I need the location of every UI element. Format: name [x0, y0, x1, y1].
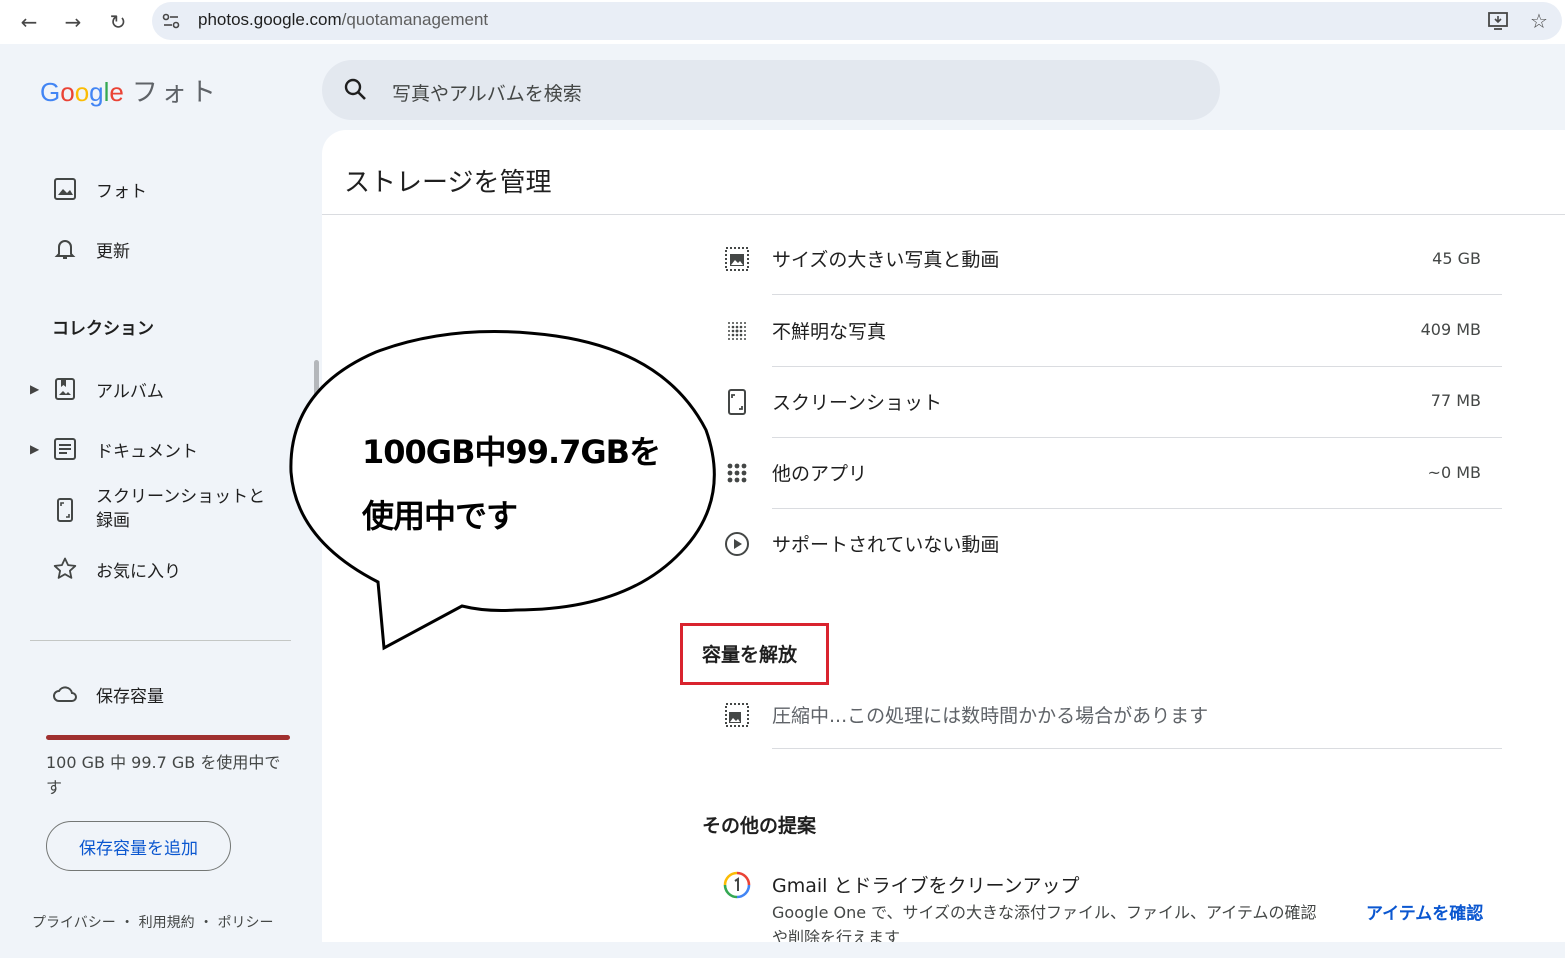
- logo-letter: G: [40, 77, 61, 107]
- search-icon[interactable]: [342, 76, 370, 104]
- callout-line: 使用中です: [362, 497, 518, 535]
- sidebar-label-line: 録画: [96, 511, 130, 531]
- screenshot-icon: [728, 389, 746, 415]
- callout-text: 100GB中99.7GBを 使用中です: [362, 420, 682, 548]
- sidebar-item-label: お気に入り: [96, 561, 181, 582]
- install-app-icon[interactable]: [1486, 8, 1512, 34]
- google-one-icon: [723, 871, 751, 899]
- review-row-label[interactable]: 他のアプリ: [772, 459, 867, 486]
- cloud-icon: [53, 686, 77, 702]
- logo-suffix: フォト: [131, 77, 219, 107]
- gmail-cleanup-description: Google One で、サイズの大きな添付ファイル、ファイル、アイテムの確認や…: [772, 903, 1317, 942]
- page-title: ストレージを管理: [344, 168, 552, 198]
- logo-letter: o: [74, 77, 90, 107]
- apps-grid-icon: [727, 463, 747, 483]
- row-divider: [772, 437, 1502, 438]
- logo-letter: g: [89, 77, 104, 107]
- review-row-size: 77 MB: [1430, 391, 1481, 410]
- review-row-size: ~0 MB: [1427, 463, 1481, 482]
- expand-caret-icon[interactable]: ▶: [30, 442, 39, 456]
- url-host: photos.google.com: [198, 10, 342, 29]
- sidebar-item-label: スクリーンショットと 録画: [96, 485, 265, 533]
- row-divider: [772, 294, 1502, 295]
- row-divider: [772, 366, 1502, 367]
- sidebar-divider: [30, 640, 291, 641]
- row-divider: [772, 508, 1502, 509]
- sidebar-item-label: アルバム: [96, 381, 164, 402]
- sidebar-item-label: 保存容量: [96, 686, 164, 707]
- photo-icon: [54, 178, 76, 200]
- google-photos-logo[interactable]: Google フォト: [40, 72, 219, 109]
- review-row-size: 409 MB: [1420, 320, 1481, 339]
- play-circle-icon: [725, 532, 749, 556]
- back-arrow-icon[interactable]: ←: [15, 8, 43, 36]
- review-row-label[interactable]: サイズの大きい写真と動画: [772, 245, 999, 272]
- review-row-label[interactable]: サポートされていない動画: [772, 530, 999, 557]
- blurry-icon: [728, 322, 746, 340]
- sidebar-item-label: ドキュメント: [96, 441, 198, 462]
- url-path: /quotamanagement: [341, 10, 489, 29]
- add-storage-button[interactable]: 保存容量を追加: [46, 821, 231, 871]
- sidebar-label-line: スクリーンショットと: [96, 487, 266, 507]
- star-icon: [53, 557, 77, 579]
- search-placeholder: 写真やアルバムを検索: [392, 83, 582, 105]
- row-divider: [772, 748, 1502, 749]
- expand-caret-icon[interactable]: ▶: [30, 382, 39, 396]
- logo-letter: o: [60, 77, 75, 107]
- large-photo-icon: [725, 247, 749, 271]
- title-divider: [322, 214, 1565, 215]
- review-row-size: 45 GB: [1432, 249, 1481, 268]
- reload-icon[interactable]: ↻: [104, 8, 132, 36]
- sidebar-item-label: 更新: [96, 241, 130, 262]
- bell-icon: [54, 240, 76, 259]
- gmail-cleanup-title: Gmail とドライブをクリーンアップ: [772, 875, 1080, 897]
- forward-arrow-icon[interactable]: →: [59, 8, 87, 36]
- footer-links[interactable]: プライバシー ・ 利用規約 ・ ポリシー: [32, 912, 274, 932]
- site-settings-icon[interactable]: [160, 10, 182, 32]
- callout-line: 100GB中99.7GBを: [362, 433, 661, 471]
- album-icon: [55, 378, 75, 400]
- compress-icon: [725, 703, 749, 727]
- logo-letter: e: [109, 77, 124, 107]
- check-items-link[interactable]: アイテムを確認: [1366, 899, 1483, 924]
- collections-heading: コレクション: [52, 319, 154, 339]
- review-row-label[interactable]: スクリーンショット: [772, 388, 942, 415]
- sidebar-item-label: フォト: [96, 181, 147, 202]
- document-icon: [54, 438, 76, 460]
- bookmark-star-icon[interactable]: ☆: [1526, 8, 1552, 34]
- storage-usage-bar: [46, 735, 290, 740]
- compress-status-text: 圧縮中...この処理には数時間かかる場合があります: [772, 705, 1209, 727]
- other-suggestions-heading: その他の提案: [702, 815, 817, 837]
- browser-toolbar: ← → ↻ photos.google.com/quotamanagement …: [0, 0, 1565, 44]
- storage-usage-text: 100 GB 中 99.7 GB を使用中です: [46, 753, 281, 797]
- screenshot-icon: [57, 498, 73, 522]
- review-row-label[interactable]: 不鮮明な写真: [772, 317, 886, 344]
- url-text[interactable]: photos.google.com/quotamanagement: [198, 10, 488, 30]
